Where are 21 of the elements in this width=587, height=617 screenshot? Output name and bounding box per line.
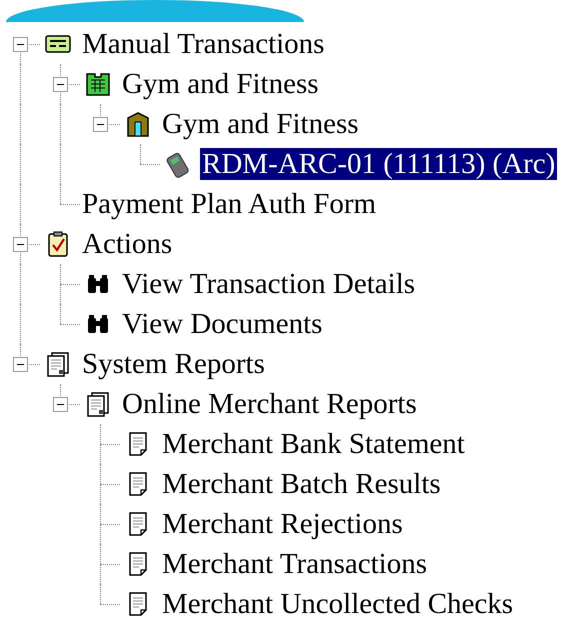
tree-item[interactable]: View Transaction Details: [120, 268, 418, 300]
tree-item[interactable]: Payment Plan Auth Form: [80, 188, 378, 220]
tree-item[interactable]: Merchant Uncollected Checks: [160, 588, 516, 617]
collapse-toggle[interactable]: [53, 77, 68, 92]
tree-item[interactable]: Gym and Fitness: [120, 68, 321, 100]
tree-item[interactable]: Merchant Transactions: [160, 548, 429, 580]
tree-item[interactable]: RDM-ARC-01 (111113) (Arc): [200, 148, 558, 180]
collapse-toggle[interactable]: [13, 237, 28, 252]
tree-item[interactable]: Merchant Batch Results: [160, 468, 443, 500]
collapse-toggle[interactable]: [53, 397, 68, 412]
tree-item[interactable]: Merchant Rejections: [160, 508, 405, 540]
collapse-toggle[interactable]: [13, 357, 28, 372]
tree-item[interactable]: System Reports: [80, 348, 267, 380]
tree-item[interactable]: Manual Transactions: [80, 28, 326, 60]
tree-item[interactable]: Gym and Fitness: [160, 108, 361, 140]
tree-item[interactable]: Merchant Bank Statement: [160, 428, 467, 460]
tree-item[interactable]: Online Merchant Reports: [120, 388, 419, 420]
tree-item[interactable]: View Documents: [120, 308, 324, 340]
collapse-toggle[interactable]: [13, 37, 28, 52]
collapse-toggle[interactable]: [93, 117, 108, 132]
tree-item[interactable]: Actions: [80, 228, 174, 260]
